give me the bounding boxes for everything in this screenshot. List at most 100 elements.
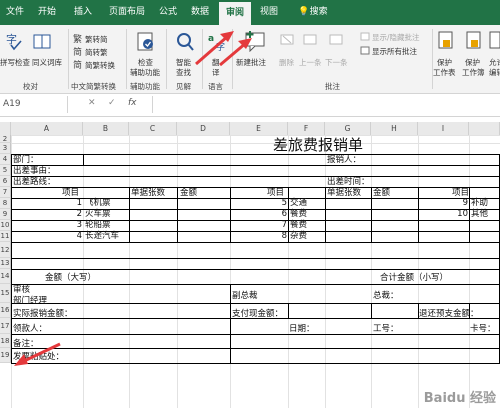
protect-sheet-label: 工作表: [433, 68, 456, 77]
dept-label: 部门：: [13, 155, 39, 165]
amount-header-mid: 金额: [373, 188, 391, 198]
column-header-h[interactable]: H: [371, 122, 418, 135]
job-no-label: 工号：: [373, 324, 399, 334]
row-header[interactable]: 2: [0, 135, 11, 143]
tab-review[interactable]: 审阅: [219, 2, 251, 25]
row-header[interactable]: 7: [0, 187, 11, 198]
arrow-to-new-comment-icon: [219, 38, 252, 67]
column-header-e[interactable]: E: [230, 122, 288, 135]
show-all-comments-button[interactable]: 显示所有批注: [372, 46, 417, 57]
table-border: [11, 348, 500, 349]
tab-formulas[interactable]: 公式: [154, 0, 182, 25]
table-border: [288, 187, 289, 242]
item-name: 飞机票: [85, 198, 111, 208]
row-header[interactable]: 16: [0, 303, 11, 318]
tab-data[interactable]: 数据: [186, 0, 214, 25]
item-name: 轮船票: [85, 220, 111, 230]
tab-view[interactable]: 视图: [255, 0, 283, 25]
prev-comment-button[interactable]: 上一条: [299, 57, 322, 68]
table-border: [11, 284, 500, 285]
doc-count-header-mid: 单据张数: [327, 188, 362, 198]
item-name: 长途汽车: [85, 231, 120, 241]
table-border: [11, 154, 500, 155]
spell-check-button[interactable]: 拼写检查: [0, 57, 30, 68]
item-number: 7: [281, 220, 287, 230]
column-header-a[interactable]: A: [11, 122, 83, 135]
divider: [68, 29, 69, 89]
row-header[interactable]: 3: [0, 143, 11, 154]
fx-icon[interactable]: fx: [128, 98, 137, 108]
table-border: [11, 303, 500, 304]
thesaurus-button[interactable]: 同义词库: [32, 57, 62, 68]
trad-to-simp-button[interactable]: 繁转简: [85, 34, 108, 45]
chinese-group-label: 中文简繁转换: [71, 82, 116, 91]
item-number: 2: [76, 209, 82, 219]
column-header-j[interactable]: [469, 122, 500, 135]
row-header[interactable]: 13: [0, 258, 11, 269]
tab-insert[interactable]: 插入: [68, 0, 98, 25]
tab-search[interactable]: 💡搜索: [290, 0, 336, 25]
item-number: 6: [281, 209, 287, 219]
row-header[interactable]: 12: [0, 242, 11, 258]
trip-time-label: 出差时间：: [327, 177, 370, 187]
item-number: 9: [462, 198, 468, 208]
delete-comment-button[interactable]: 删除: [279, 57, 294, 68]
chinese-convert-button[interactable]: 简繁转换: [85, 60, 115, 71]
formula-input[interactable]: [152, 96, 499, 113]
insights-group-label: 见解: [176, 82, 191, 91]
simp-to-trad-button[interactable]: 简转繁: [85, 47, 108, 58]
accessibility-check-icon: [136, 31, 156, 56]
show-hide-comment-button[interactable]: 显示/隐藏批注: [372, 32, 420, 43]
row-header[interactable]: 5: [0, 165, 11, 176]
column-header-f[interactable]: F: [288, 122, 325, 135]
accessibility-group-label: 辅助功能: [130, 82, 160, 91]
row-header[interactable]: 8: [0, 198, 11, 209]
tab-file[interactable]: 文件: [2, 0, 28, 25]
table-border: [11, 269, 500, 270]
lightbulb-icon: 💡: [298, 7, 310, 17]
table-border: [288, 303, 289, 318]
route-label: 出差路线：: [13, 177, 56, 187]
select-all-corner[interactable]: [0, 122, 11, 135]
tab-home[interactable]: 开始: [32, 0, 62, 25]
prev-comment-icon: [303, 33, 317, 50]
item-name: 餐费: [290, 209, 308, 219]
worksheet-grid[interactable]: [11, 135, 500, 408]
confirm-icon[interactable]: ✓: [108, 98, 116, 108]
column-header-c[interactable]: C: [129, 122, 177, 135]
column-header-i[interactable]: I: [418, 122, 469, 135]
row-header[interactable]: 4: [0, 154, 11, 165]
table-border: [11, 154, 12, 363]
table-border: [11, 334, 500, 335]
divider: [126, 29, 127, 89]
item-number: 10: [457, 209, 468, 219]
cancel-icon[interactable]: ✕: [88, 98, 96, 108]
column-header-b[interactable]: B: [83, 122, 129, 135]
row-header[interactable]: 14: [0, 269, 11, 284]
item-name: 杂费: [290, 231, 308, 241]
name-box[interactable]: A19: [0, 96, 68, 113]
column-header-g[interactable]: G: [325, 122, 371, 135]
return-advance-label: 退还预支金额：: [419, 309, 479, 319]
table-border: [177, 187, 178, 242]
column-header-d[interactable]: D: [177, 122, 230, 135]
table-border: [11, 165, 500, 166]
allow-edit-icon: [489, 31, 500, 54]
row-header[interactable]: 17: [0, 318, 11, 334]
form-title: 差旅费报销单: [273, 136, 364, 154]
row-header[interactable]: 15: [0, 284, 11, 303]
next-comment-button[interactable]: 下一条: [325, 57, 348, 68]
row-header[interactable]: 6: [0, 176, 11, 187]
allow-edit-label: 编辑: [489, 68, 500, 77]
row-header[interactable]: 9: [0, 209, 11, 220]
dept-manager-label: 部门经理: [13, 296, 48, 306]
row-header[interactable]: 11: [0, 231, 11, 242]
search-label: 搜索: [309, 7, 328, 17]
svg-text:简: 简: [73, 59, 82, 69]
item-number: 3: [76, 220, 82, 230]
table-border: [325, 187, 326, 242]
svg-text:简: 简: [73, 46, 82, 56]
show-hide-comment-icon: [360, 32, 370, 45]
tab-page-layout[interactable]: 页面布局: [104, 0, 150, 25]
row-header[interactable]: 10: [0, 220, 11, 231]
